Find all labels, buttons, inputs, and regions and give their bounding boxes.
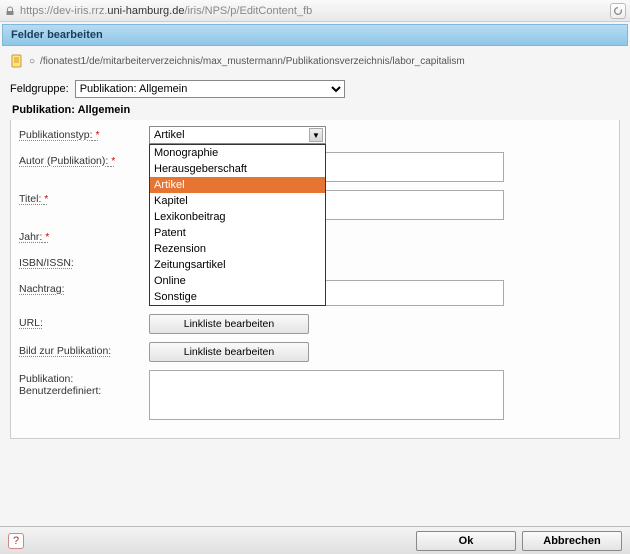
dropdown-option[interactable]: Lexikonbeitrag <box>150 209 325 225</box>
pub-type-select[interactable]: Artikel ▼ <box>149 126 326 144</box>
document-icon <box>10 54 24 68</box>
url-text[interactable]: https://dev-iris.rrz.uni-hamburg.de/iris… <box>20 5 606 17</box>
browser-address-bar: https://dev-iris.rrz.uni-hamburg.de/iris… <box>0 0 630 22</box>
dropdown-option[interactable]: Kapitel <box>150 193 325 209</box>
fieldgroup-row: Feldgruppe: Publikation: Allgemein <box>10 80 620 98</box>
lock-icon <box>4 5 16 17</box>
dropdown-option[interactable]: Zeitungsartikel <box>150 257 325 273</box>
pub-type-dropdown: MonographieHerausgeberschaftArtikelKapit… <box>149 144 326 306</box>
cancel-button[interactable]: Abbrechen <box>522 531 622 551</box>
label-nachtrag: Nachtrag: <box>19 280 149 295</box>
userdefined-input[interactable] <box>149 370 504 420</box>
ok-button[interactable]: Ok <box>416 531 516 551</box>
pub-type-value: Artikel <box>154 129 185 141</box>
url-domain: uni-hamburg.de <box>107 5 184 17</box>
label-image: Bild zur Publikation: <box>19 342 149 357</box>
dropdown-option[interactable]: Rezension <box>150 241 325 257</box>
label-isbn: ISBN/ISSN: <box>19 254 149 269</box>
dropdown-option[interactable]: Artikel <box>150 177 325 193</box>
bullet-icon: ○ <box>29 56 35 67</box>
dropdown-option[interactable]: Patent <box>150 225 325 241</box>
footer-bar: ? Ok Abbrechen <box>0 526 630 554</box>
url-pre: https://dev-iris.rrz. <box>20 5 107 17</box>
url-edit-button[interactable]: Linkliste bearbeiten <box>149 314 309 334</box>
row-url: URL: Linkliste bearbeiten <box>19 314 611 334</box>
refresh-icon[interactable] <box>610 3 626 19</box>
label-pub-type: Publikationstyp: * <box>19 126 149 141</box>
dropdown-option[interactable]: Sonstige <box>150 289 325 305</box>
row-image: Bild zur Publikation: Linkliste bearbeit… <box>19 342 611 362</box>
breadcrumb-path: /fionatest1/de/mitarbeiterverzeichnis/ma… <box>40 56 465 67</box>
fieldgroup-select[interactable]: Publikation: Allgemein <box>75 80 345 98</box>
section-header: Publikation: Allgemein <box>12 104 620 116</box>
dropdown-option[interactable]: Monographie <box>150 145 325 161</box>
dropdown-option[interactable]: Herausgeberschaft <box>150 161 325 177</box>
url-post: /iris/NPS/p/EditContent_fb <box>184 5 312 17</box>
label-title: Titel: * <box>19 190 149 205</box>
row-pub-type: Publikationstyp: * Artikel ▼ Monographie… <box>19 126 611 144</box>
chevron-down-icon: ▼ <box>309 128 323 142</box>
breadcrumb: ○ /fionatest1/de/mitarbeiterverzeichnis/… <box>0 48 630 74</box>
label-userdefined: Publikation: Benutzerdefiniert: <box>19 370 149 397</box>
help-icon[interactable]: ? <box>8 533 24 549</box>
dropdown-option[interactable]: Online <box>150 273 325 289</box>
image-edit-button[interactable]: Linkliste bearbeiten <box>149 342 309 362</box>
label-author: Autor (Publikation): * <box>19 152 149 167</box>
label-year: Jahr: * <box>19 228 149 243</box>
label-url: URL: <box>19 314 149 329</box>
row-userdefined: Publikation: Benutzerdefiniert: <box>19 370 611 420</box>
fieldgroup-label: Feldgruppe: <box>10 83 69 95</box>
form-area: Publikationstyp: * Artikel ▼ Monographie… <box>10 120 620 439</box>
page-title: Felder bearbeiten <box>2 24 628 46</box>
